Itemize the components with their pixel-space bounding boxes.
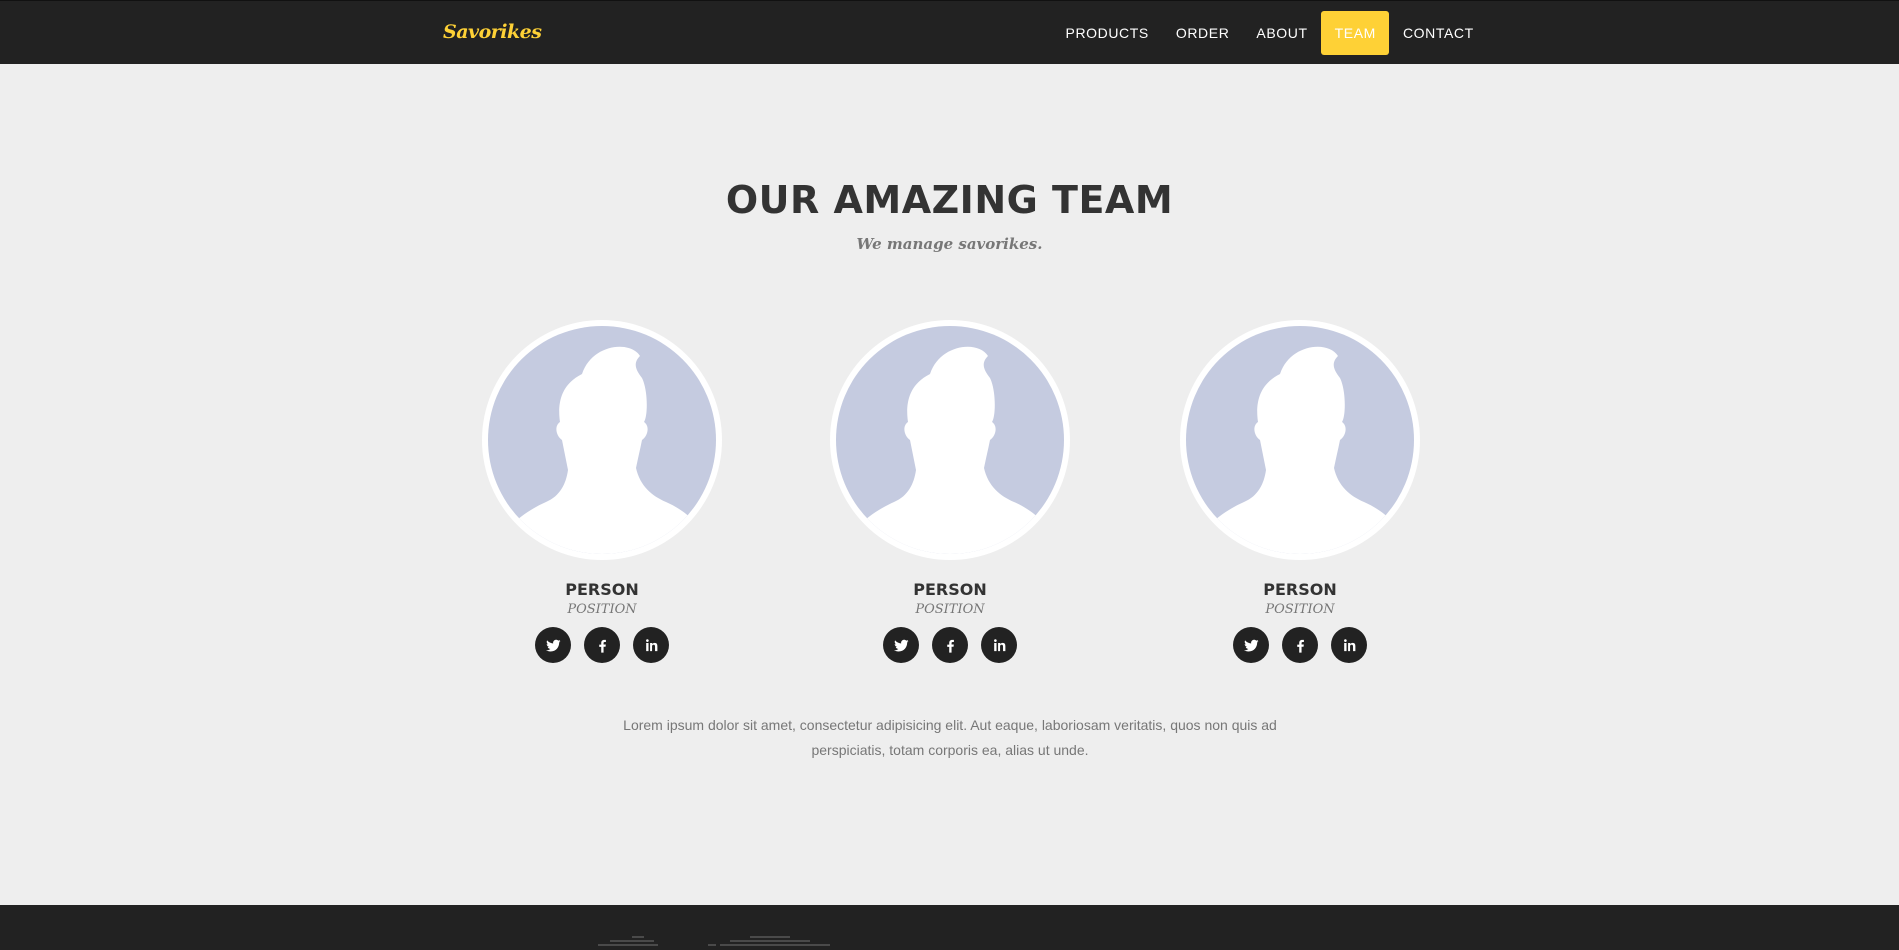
section-subheading: We manage savorikes. xyxy=(856,235,1043,253)
nav-menu: PRODUCTS ORDER ABOUT TEAM CONTACT xyxy=(1052,11,1487,55)
facebook-icon xyxy=(598,639,606,653)
social-links xyxy=(1177,627,1423,663)
twitter-link[interactable] xyxy=(535,627,571,663)
team-member-card: PERSON POSITION xyxy=(479,320,725,663)
linkedin-icon xyxy=(993,638,1005,651)
avatar xyxy=(830,320,1070,560)
facebook-link[interactable] xyxy=(584,627,620,663)
linkedin-link[interactable] xyxy=(981,627,1017,663)
social-links xyxy=(479,627,725,663)
person-silhouette-icon xyxy=(488,326,716,554)
twitter-icon xyxy=(545,639,561,652)
member-position: POSITION xyxy=(567,602,637,617)
team-description: Lorem ipsum dolor sit amet, consectetur … xyxy=(623,717,1277,758)
team-member-card: PERSON POSITION xyxy=(827,320,1073,663)
member-position: POSITION xyxy=(915,602,985,617)
twitter-icon xyxy=(1243,639,1259,652)
facebook-link[interactable] xyxy=(1282,627,1318,663)
footer xyxy=(0,905,1899,950)
nav-item-products[interactable]: PRODUCTS xyxy=(1052,11,1162,55)
nav-item-team[interactable]: TEAM xyxy=(1321,11,1390,55)
member-name: PERSON xyxy=(1263,580,1337,599)
nav-item-about[interactable]: ABOUT xyxy=(1243,11,1321,55)
linkedin-icon xyxy=(1343,638,1355,651)
avatar xyxy=(482,320,722,560)
linkedin-link[interactable] xyxy=(633,627,669,663)
linkedin-icon xyxy=(645,638,657,651)
brand-logo[interactable]: Savorikes xyxy=(443,21,542,43)
team-member-card: PERSON POSITION xyxy=(1177,320,1423,663)
nav-item-order[interactable]: ORDER xyxy=(1162,11,1243,55)
twitter-link[interactable] xyxy=(883,627,919,663)
member-name: PERSON xyxy=(913,580,987,599)
member-name: PERSON xyxy=(565,580,639,599)
nav-item-contact[interactable]: CONTACT xyxy=(1389,11,1487,55)
avatar xyxy=(1180,320,1420,560)
person-silhouette-icon xyxy=(836,326,1064,554)
twitter-icon xyxy=(893,639,909,652)
facebook-icon xyxy=(946,639,954,653)
facebook-icon xyxy=(1296,639,1304,653)
person-silhouette-icon xyxy=(1186,326,1414,554)
member-position: POSITION xyxy=(1265,602,1335,617)
social-links xyxy=(827,627,1073,663)
twitter-link[interactable] xyxy=(1233,627,1269,663)
world-map-dots-icon xyxy=(598,936,830,946)
linkedin-link[interactable] xyxy=(1331,627,1367,663)
section-heading: OUR AMAZING TEAM xyxy=(725,178,1174,222)
facebook-link[interactable] xyxy=(932,627,968,663)
navbar: Savorikes PRODUCTS ORDER ABOUT TEAM CONT… xyxy=(0,0,1899,64)
